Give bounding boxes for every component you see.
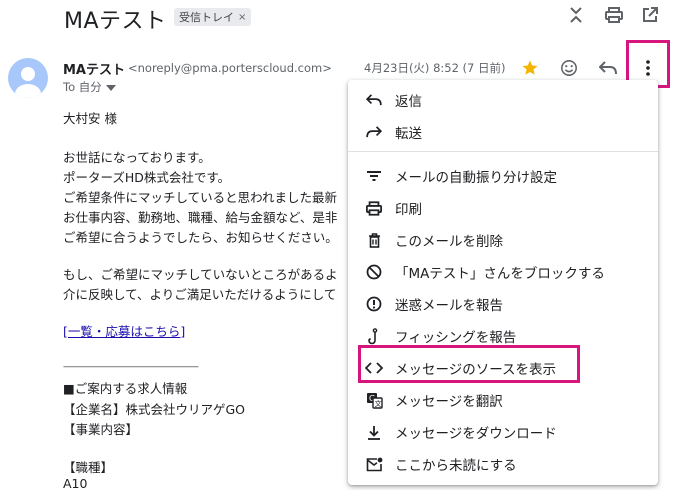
open-in-new-icon[interactable] [640, 5, 660, 25]
menu-item-reply[interactable]: 返信 [348, 84, 658, 116]
view-source-highlight [358, 345, 580, 383]
translate-icon: G文 [364, 390, 384, 410]
reply-icon[interactable] [597, 57, 619, 79]
menu-item-block[interactable]: 「MAテスト」さんをブロックする [348, 256, 658, 288]
menu-item-label: メールの自動振り分け設定 [395, 170, 557, 186]
menu-divider [348, 151, 658, 152]
menu-item-translate[interactable]: G文 メッセージを翻訳 [348, 384, 658, 416]
menu-item-label: フィッシングを報告 [395, 330, 517, 346]
more-options-menu: 返信 転送 メールの自動振り分け設定 印刷 このメールを削除 「MAテスト」さん… [348, 80, 658, 485]
body-line: もし、ご希望にマッチしていないところがあるよ [63, 267, 338, 282]
menu-item-label: メッセージをダウンロード [395, 426, 557, 442]
menu-item-label: メッセージを翻訳 [395, 394, 503, 410]
body-line: 介に反映して、よりご満足いただけるようにして [63, 287, 337, 302]
menu-item-label: 返信 [395, 94, 422, 110]
unfold-less-icon[interactable] [566, 5, 586, 25]
sender-name: MAテスト [63, 63, 125, 78]
menu-item-forward[interactable]: 転送 [348, 116, 658, 148]
menu-item-download[interactable]: メッセージをダウンロード [348, 416, 658, 448]
body-line: ポーターズHD株式会社です。 [63, 170, 231, 185]
chevron-down-icon[interactable] [105, 80, 116, 94]
phishing-icon [364, 326, 384, 346]
company-line: 【企業名】株式会社ウリアゲGO [63, 402, 246, 417]
inbox-label-text: 受信トレイ [179, 11, 234, 24]
menu-item-label: このメールを削除 [395, 234, 503, 250]
download-icon [364, 422, 384, 442]
block-icon [364, 262, 384, 282]
body-line: ご希望条件にマッチしていると思われました最新 [63, 190, 338, 205]
menu-item-filter[interactable]: メールの自動振り分け設定 [348, 160, 658, 192]
filter-icon [364, 166, 384, 186]
recipient-label: To 自分 [63, 80, 102, 94]
sender-email: <noreply@pma.porterscloud.com> [128, 61, 332, 75]
star-icon[interactable] [519, 57, 541, 79]
menu-item-delete[interactable]: このメールを削除 [348, 224, 658, 256]
body-divider: ----------------------------------------… [63, 362, 199, 372]
menu-item-label: 迷惑メールを報告 [395, 298, 503, 314]
menu-item-label: ここから未読にする [395, 458, 517, 474]
inbox-label-chip[interactable]: 受信トレイ × [174, 8, 252, 26]
trash-icon [364, 230, 384, 250]
menu-item-report-spam[interactable]: 迷惑メールを報告 [348, 288, 658, 320]
job-type-line: 【職種】 [63, 460, 114, 475]
menu-item-print[interactable]: 印刷 [348, 192, 658, 224]
job-list-link[interactable]: [一覧・応募はこちら] [63, 321, 185, 340]
sender-avatar[interactable] [8, 58, 48, 98]
menu-item-label: 「MAテスト」さんをブロックする [395, 266, 605, 282]
business-line: 【事業内容】 [63, 422, 139, 437]
forward-icon [364, 122, 384, 142]
spam-icon [364, 294, 384, 314]
job-info-heading: ■ご案内する求人情報 [63, 381, 188, 396]
body-greeting: 大村安 様 [63, 111, 117, 126]
message-date: 4月23日(火) 8:52 (7 日前) [364, 61, 506, 75]
emoji-icon[interactable] [558, 57, 580, 79]
label-remove-icon[interactable]: × [238, 12, 246, 23]
body-line: ご希望に合うようでしたら、お知らせください。 [63, 230, 338, 245]
menu-item-label: 転送 [395, 126, 422, 142]
reply-icon [364, 90, 384, 110]
recipient-details[interactable]: To 自分 [63, 79, 116, 95]
body-line: お仕事内容、勤務地、職種、給与金額など、是非 [63, 210, 338, 225]
email-subject: MAテスト [64, 9, 167, 34]
body-line: お世話になっております。 [63, 150, 211, 165]
mark-unread-icon [364, 454, 384, 474]
menu-item-label: 印刷 [395, 202, 422, 218]
print-icon[interactable] [604, 5, 624, 25]
menu-item-mark-unread[interactable]: ここから未読にする [348, 448, 658, 480]
job-code-line: A10 [63, 476, 88, 490]
svg-text:文: 文 [374, 399, 381, 408]
print-icon [364, 198, 384, 218]
